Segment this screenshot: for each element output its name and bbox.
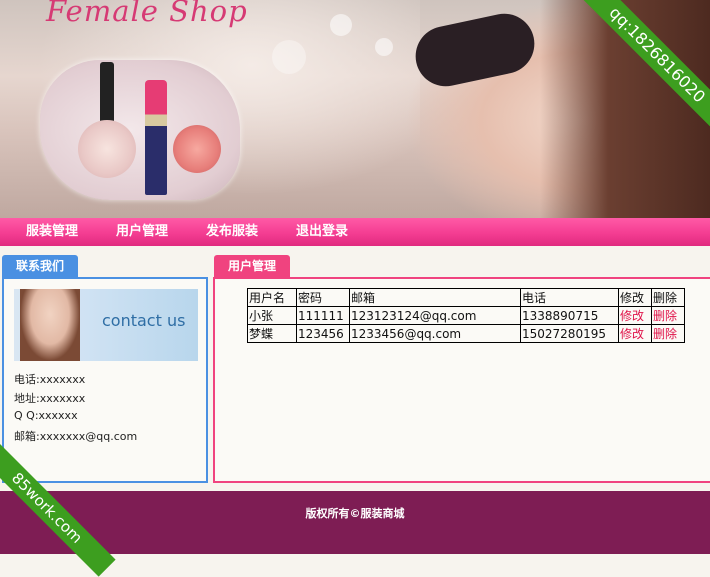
contact-us-image-text: contact us <box>102 311 186 330</box>
support-agent-image <box>20 289 80 361</box>
column-header-email: 邮箱 <box>349 288 521 307</box>
table-row: 小张 111111 123123124@qq.com 1338890715 修改… <box>247 306 685 325</box>
cell-phone: 15027280195 <box>520 324 619 343</box>
cell-email: 1233456@qq.com <box>349 324 521 343</box>
contact-panel: contact us 电话:xxxxxxx 地址:xxxxxxx Q Q:xxx… <box>2 277 208 483</box>
contact-us-image: contact us <box>14 289 198 361</box>
lipstick-image <box>145 80 167 195</box>
table-header-row: 用户名 密码 邮箱 电话 修改 删除 <box>247 288 685 307</box>
cell-password: 123456 <box>296 324 350 343</box>
contact-qq: Q Q:xxxxxx <box>14 409 78 422</box>
header-banner: Female Shop qq:1826816020 <box>0 0 710 218</box>
table-row: 梦蝶 123456 1233456@qq.com 15027280195 修改 … <box>247 324 685 343</box>
footer-copyright: 版权所有©服装商城 <box>305 507 405 520</box>
column-header-edit: 修改 <box>618 288 652 307</box>
delete-link[interactable]: 删除 <box>651 306 685 325</box>
bokeh-light <box>272 40 306 74</box>
cell-username: 梦蝶 <box>247 324 297 343</box>
compact-powder-image <box>78 120 136 178</box>
footer: 版权所有©服装商城 <box>0 491 710 554</box>
tab-contact-us[interactable]: 联系我们 <box>2 255 79 277</box>
bokeh-light <box>330 14 352 36</box>
contact-email: 邮箱:xxxxxxx@qq.com <box>14 430 138 443</box>
nav-item-logout[interactable]: 退出登录 <box>296 218 348 246</box>
column-header-delete: 删除 <box>651 288 685 307</box>
contact-address: 地址:xxxxxxx <box>14 392 86 405</box>
cell-email: 123123124@qq.com <box>349 306 521 325</box>
nav-item-clothing-management[interactable]: 服装管理 <box>26 218 78 246</box>
column-header-phone: 电话 <box>520 288 619 307</box>
edit-link[interactable]: 修改 <box>618 306 652 325</box>
main-nav: 服装管理 用户管理 发布服装 退出登录 <box>0 218 710 246</box>
nav-item-publish-clothing[interactable]: 发布服装 <box>206 218 258 246</box>
cell-phone: 1338890715 <box>520 306 619 325</box>
edit-link[interactable]: 修改 <box>618 324 652 343</box>
cell-username: 小张 <box>247 306 297 325</box>
delete-link[interactable]: 删除 <box>651 324 685 343</box>
shop-title: Female Shop <box>46 0 248 28</box>
contact-phone: 电话:xxxxxxx <box>14 373 86 386</box>
column-header-username: 用户名 <box>247 288 297 307</box>
user-management-panel: 用户名 密码 邮箱 电话 修改 删除 小张 111111 123123124@q… <box>213 277 710 483</box>
column-header-password: 密码 <box>296 288 350 307</box>
cell-password: 111111 <box>296 306 350 325</box>
nav-item-user-management[interactable]: 用户管理 <box>116 218 168 246</box>
blush-image <box>173 125 221 173</box>
bokeh-light <box>375 38 393 56</box>
tab-user-management[interactable]: 用户管理 <box>214 255 291 277</box>
users-table: 用户名 密码 邮箱 电话 修改 删除 小张 111111 123123124@q… <box>247 288 685 343</box>
